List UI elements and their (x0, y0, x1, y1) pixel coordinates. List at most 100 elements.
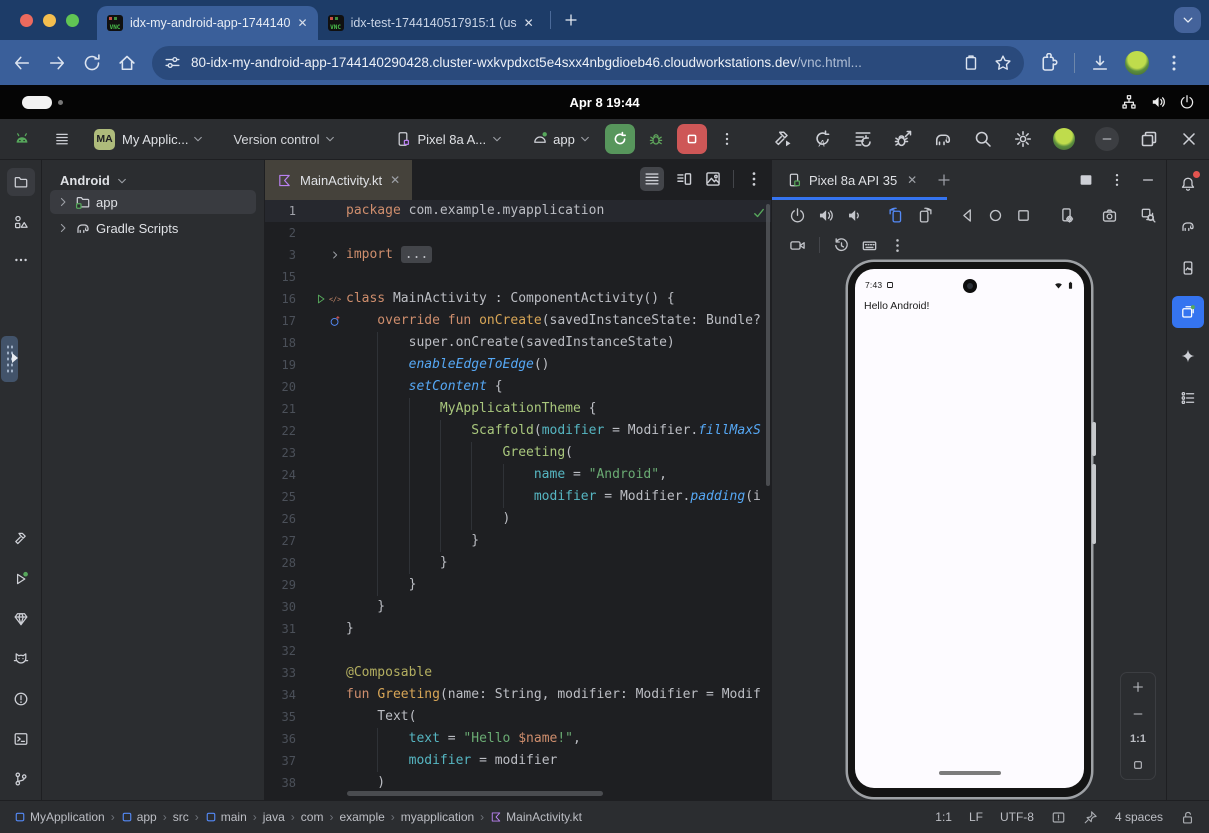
browser-tab-inactive[interactable]: VNC idx-test-1744140517915:1 (us ✕ (318, 6, 544, 40)
panel-minimize-icon[interactable] (1140, 172, 1156, 188)
profiler-icon[interactable] (853, 129, 873, 149)
vcs-widget[interactable]: Version control (233, 132, 319, 147)
site-info-icon[interactable] (164, 54, 181, 71)
file-encoding[interactable]: UTF-8 (1000, 810, 1034, 824)
breadcrumb-item[interactable]: com (301, 810, 324, 824)
device-selector[interactable]: Pixel 8a A... (417, 132, 486, 147)
mac-close-button[interactable] (20, 14, 33, 27)
breadcrumb-item[interactable]: app (121, 810, 157, 824)
code-line[interactable]: 18 super.onCreate(savedInstanceState) (265, 332, 771, 354)
code-line[interactable]: 21 MyApplicationTheme { (265, 398, 771, 420)
run-gutter-icon[interactable] (315, 293, 327, 305)
address-bar[interactable]: 80-idx-my-android-app-1744140290428.clus… (152, 46, 1024, 80)
fit-screen-icon[interactable] (1131, 758, 1145, 772)
override-icon[interactable] (329, 315, 341, 327)
code-line[interactable]: 29 } (265, 574, 771, 596)
device-manager-icon[interactable] (1174, 254, 1202, 282)
gesture-nav-handle[interactable] (939, 771, 1001, 775)
virtual-keyboard-icon[interactable] (861, 237, 878, 254)
close-icon[interactable] (1179, 129, 1199, 149)
code-tag-icon[interactable]: </> (329, 293, 341, 305)
new-tab-button[interactable] (563, 12, 579, 28)
breadcrumb-item[interactable]: MyApplication (14, 810, 105, 824)
record-icon[interactable] (789, 237, 806, 254)
run-icon[interactable] (7, 565, 35, 593)
inspection-check-icon[interactable] (752, 206, 766, 220)
editor-vertical-scrollbar[interactable] (766, 204, 770, 486)
editor-tab-close-icon[interactable]: ✕ (390, 173, 400, 187)
screenshot-icon[interactable] (1101, 207, 1118, 224)
mac-minimize-button[interactable] (43, 14, 56, 27)
editor-tab-mainactivity[interactable]: MainActivity.kt ✕ (265, 160, 412, 200)
breadcrumb-item[interactable]: main (205, 810, 247, 824)
split-view-icon[interactable] (675, 170, 693, 188)
system-clock[interactable]: Apr 8 19:44 (0, 95, 1209, 110)
code-line[interactable]: 31} (265, 618, 771, 640)
stripe-drag-handle[interactable] (1, 336, 18, 382)
zoom-in-icon[interactable] (1131, 680, 1145, 694)
tab-close-icon[interactable]: ✕ (524, 16, 534, 30)
reload-icon[interactable] (82, 53, 102, 73)
code-line[interactable]: 15 (265, 266, 771, 288)
ide-profile-avatar[interactable] (1053, 128, 1075, 150)
toolbar-more-icon[interactable] (719, 131, 735, 147)
search-icon[interactable] (973, 129, 993, 149)
fold-chevron-icon[interactable] (329, 249, 341, 261)
emulator-phone[interactable]: 7:43 Hello Android! (848, 262, 1091, 797)
code-line[interactable]: 23 Greeting( (265, 442, 771, 464)
code-line[interactable]: 33@Composable (265, 662, 771, 684)
device-settings-icon[interactable] (1058, 207, 1075, 224)
chevron-right-icon[interactable] (56, 195, 70, 209)
code-line[interactable]: 37 modifier = modifier (265, 750, 771, 772)
breadcrumb-item[interactable]: src (173, 810, 189, 824)
tab-search-icon[interactable] (1174, 7, 1201, 33)
design-view-icon[interactable] (704, 170, 722, 188)
snapshot-icon[interactable] (833, 237, 850, 254)
line-ending[interactable]: LF (969, 810, 983, 824)
code-line[interactable]: 3import ... (265, 244, 771, 266)
rotate-right-icon[interactable] (916, 207, 933, 224)
project-folder-icon[interactable] (7, 168, 35, 196)
back-nav-icon[interactable] (959, 207, 976, 224)
gradle-panel-icon[interactable] (1174, 212, 1202, 240)
browser-tab-active[interactable]: VNC idx-my-android-app-1744140 ✕ (97, 6, 318, 40)
structure-list-icon[interactable] (1174, 384, 1202, 412)
volume-down-icon[interactable] (845, 207, 862, 224)
emulator-more-icon[interactable] (889, 237, 906, 254)
code-line[interactable]: 24 name = "Android", (265, 464, 771, 486)
code-line[interactable]: 17 override fun onCreate(savedInstanceSt… (265, 310, 771, 332)
download-icon[interactable] (1090, 53, 1110, 73)
terminal-icon[interactable] (7, 725, 35, 753)
device-tab-close-icon[interactable]: ✕ (907, 173, 917, 187)
panel-more-icon[interactable] (1109, 172, 1125, 188)
apply-changes-icon[interactable]: A (813, 129, 833, 149)
zoom-out-icon[interactable] (1131, 707, 1145, 721)
mac-zoom-button[interactable] (66, 14, 79, 27)
gemini-icon[interactable] (1174, 342, 1202, 370)
running-devices-icon[interactable] (1172, 296, 1204, 328)
lock-open-icon[interactable] (1180, 810, 1195, 825)
code-line[interactable]: 25 modifier = Modifier.padding(i (265, 486, 771, 508)
code-line[interactable]: 36 text = "Hello $name!", (265, 728, 771, 750)
rerun-button[interactable] (605, 124, 635, 154)
overview-nav-icon[interactable] (1015, 207, 1032, 224)
code-line[interactable]: 1package com.example.myapplication (265, 200, 771, 222)
breadcrumb-item[interactable]: java (263, 810, 285, 824)
logcat-icon[interactable] (7, 645, 35, 673)
code-line[interactable]: 34fun Greeting(name: String, modifier: M… (265, 684, 771, 706)
code-line[interactable]: 27 } (265, 530, 771, 552)
problems-icon[interactable] (7, 685, 35, 713)
extensions-icon[interactable] (1039, 53, 1059, 73)
run-config-selector[interactable]: app (553, 132, 575, 147)
layout-inspector-icon[interactable] (1140, 207, 1157, 224)
tree-item-gradle-scripts[interactable]: Gradle Scripts (50, 216, 256, 240)
project-selector[interactable]: My Applic... (122, 132, 188, 147)
emulator-power-icon[interactable] (789, 207, 806, 224)
home-icon[interactable] (117, 53, 137, 73)
tree-item-app[interactable]: app (50, 190, 256, 214)
add-device-tab-icon[interactable] (936, 172, 952, 188)
browser-profile-avatar[interactable] (1125, 51, 1149, 75)
project-avatar[interactable]: MA (94, 129, 115, 150)
code-line[interactable]: 35 Text( (265, 706, 771, 728)
phone-screen[interactable]: 7:43 Hello Android! (855, 269, 1084, 788)
